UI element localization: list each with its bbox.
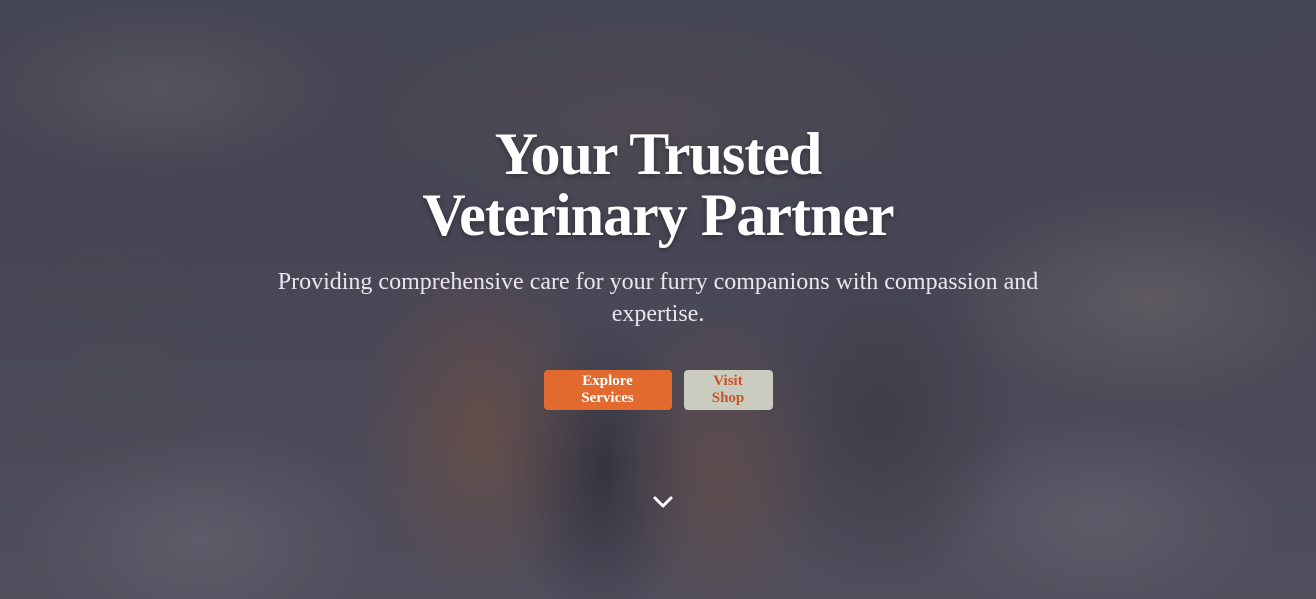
- visit-shop-button[interactable]: Visit Shop: [683, 370, 773, 410]
- hero-title: Your Trusted Veterinary Partner: [308, 124, 1008, 246]
- chevron-down-icon[interactable]: [652, 493, 674, 511]
- hero-title-line-1: Your Trusted: [494, 121, 822, 187]
- explore-services-button[interactable]: Explore Services: [543, 370, 672, 410]
- hero-subtitle: Providing comprehensive care for your fu…: [277, 269, 1039, 327]
- hero-section: Your Trusted Veterinary Partner Providin…: [0, 0, 1316, 599]
- hero-actions: Explore Services Visit Shop: [0, 370, 1316, 410]
- hero-content: Your Trusted Veterinary Partner Providin…: [0, 124, 1316, 410]
- hero-title-line-2: Veterinary Partner: [422, 182, 894, 248]
